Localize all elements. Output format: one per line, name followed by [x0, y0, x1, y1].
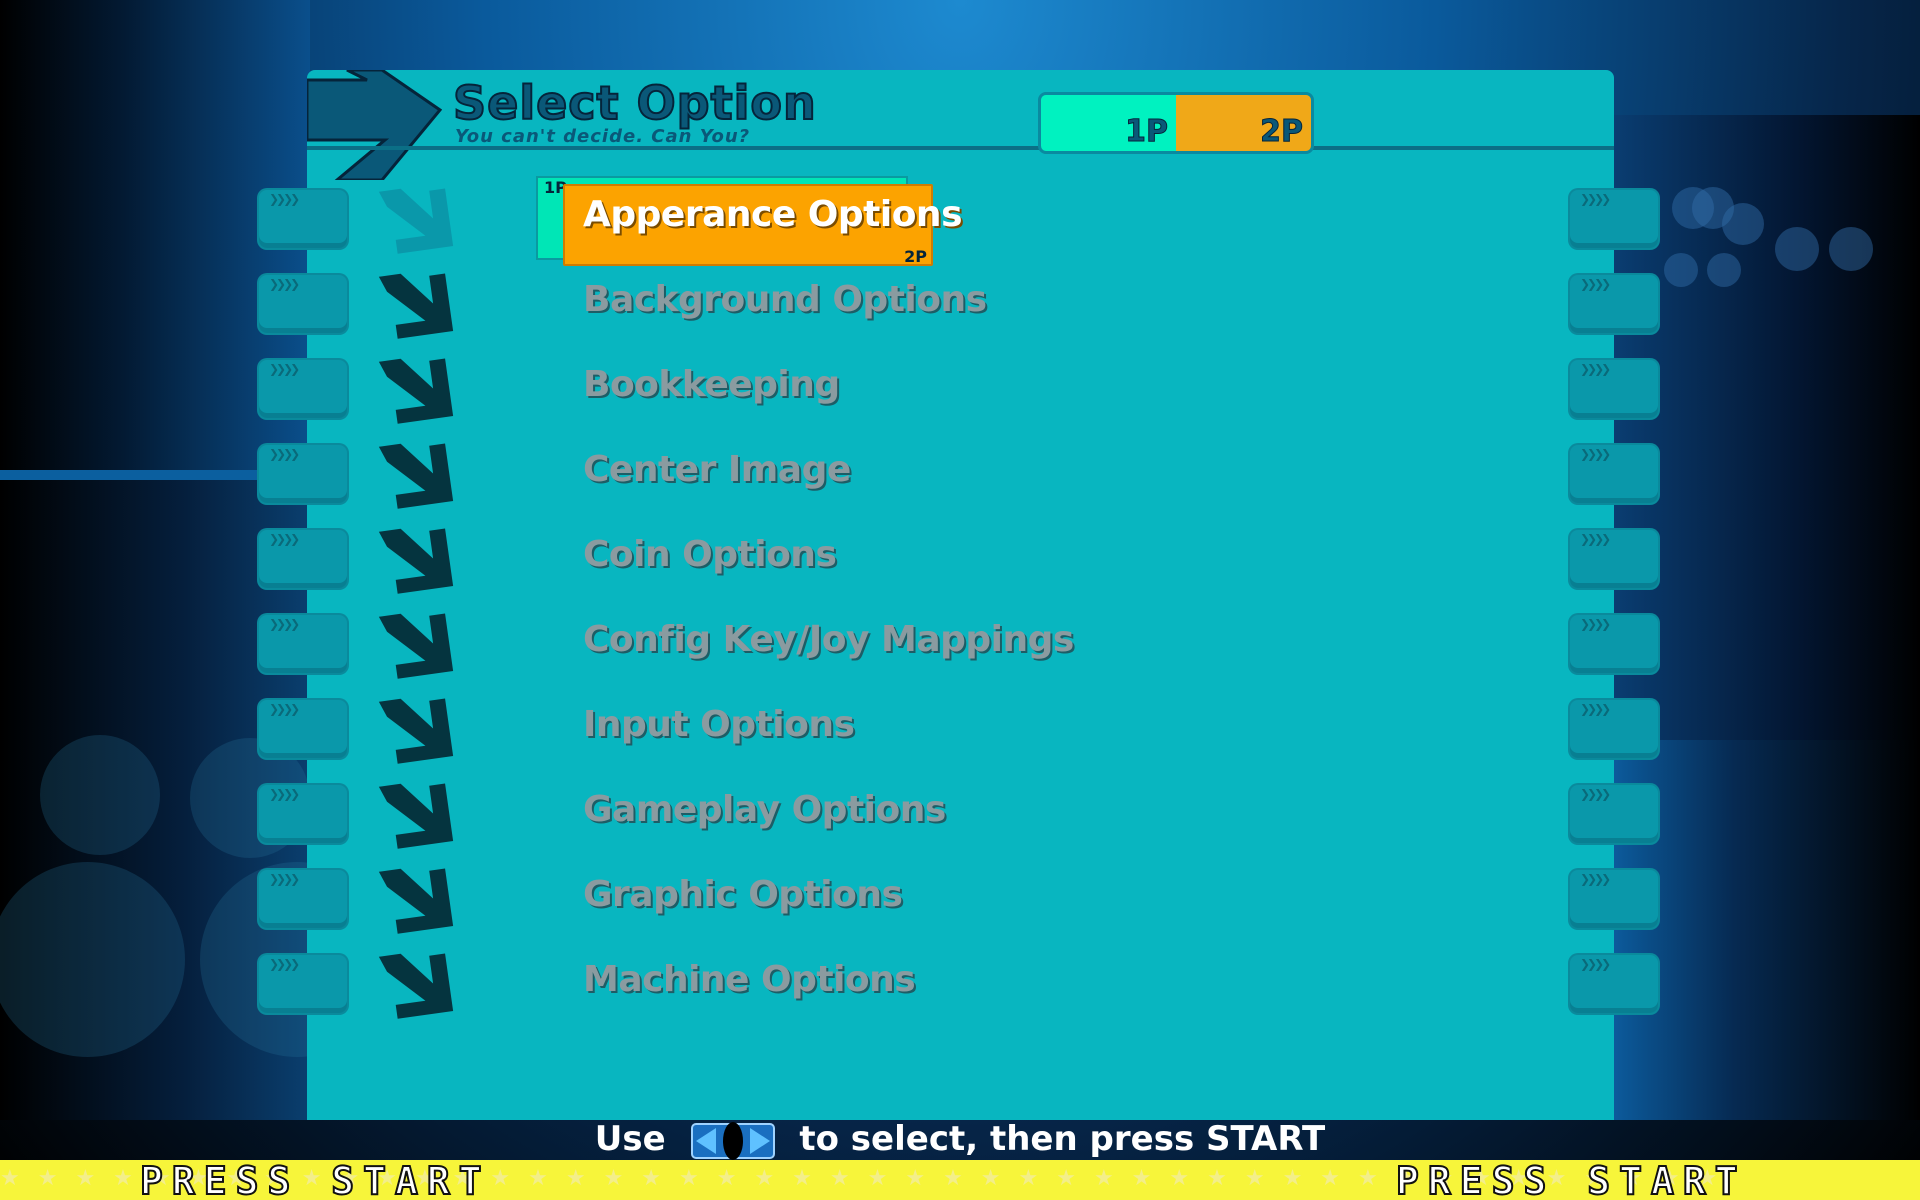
right-tab: ❯❯❯❯	[1570, 955, 1658, 1013]
right-tab: ❯❯❯❯	[1570, 445, 1658, 503]
right-tab: ❯❯❯❯	[1570, 530, 1658, 588]
player-1-indicator: 1P	[1041, 95, 1176, 151]
left-tab: ❯❯❯❯	[259, 445, 347, 503]
right-tab: ❯❯❯❯	[1570, 700, 1658, 758]
left-tab: ❯❯❯❯	[259, 870, 347, 928]
decor-dot	[1775, 227, 1819, 271]
player-indicator: 1P 2P	[1038, 92, 1314, 154]
press-start-bar: ★★★★★★★★★★★★★★★★★★★★★★★★★★★★★★★★★★★★★★★★…	[0, 1160, 1920, 1200]
chevrons-icon: ❯❯❯❯	[269, 447, 300, 461]
decor-dot	[1707, 253, 1741, 287]
row-arrow-icon	[378, 953, 454, 1019]
left-right-arrows-icon	[690, 1120, 776, 1162]
chevrons-icon: ❯❯❯❯	[1580, 362, 1611, 376]
menu-item[interactable]: Gameplay Options	[583, 789, 946, 830]
chevrons-icon: ❯❯❯❯	[1580, 532, 1611, 546]
decor-dot	[1664, 253, 1698, 287]
chevrons-icon: ❯❯❯❯	[1580, 617, 1611, 631]
row-arrow-icon	[378, 613, 454, 679]
left-tab: ❯❯❯❯	[259, 190, 347, 248]
player-2-indicator: 2P	[1176, 95, 1311, 151]
page-subtitle: You can't decide. Can You?	[455, 126, 751, 147]
control-hint: Use to select, then press START	[0, 1118, 1920, 1160]
left-tab: ❯❯❯❯	[259, 955, 347, 1013]
player-1-label: 1P	[1125, 114, 1169, 150]
left-tab: ❯❯❯❯	[259, 615, 347, 673]
row-arrow-icon	[378, 358, 454, 424]
left-tab: ❯❯❯❯	[259, 530, 347, 588]
chevrons-icon: ❯❯❯❯	[1580, 702, 1611, 716]
menu-item[interactable]: Machine Options	[583, 959, 916, 1000]
menu-item[interactable]: Input Options	[583, 704, 855, 745]
chevrons-icon: ❯❯❯❯	[269, 192, 300, 206]
chevrons-icon: ❯❯❯❯	[1580, 447, 1611, 461]
chevrons-icon: ❯❯❯❯	[269, 787, 300, 801]
right-tab: ❯❯❯❯	[1570, 615, 1658, 673]
row-arrow-icon	[378, 273, 454, 339]
menu-item[interactable]: Coin Options	[583, 534, 837, 575]
right-tab: ❯❯❯❯	[1570, 785, 1658, 843]
row-arrow-icon	[378, 443, 454, 509]
player-2-label: 2P	[1260, 114, 1304, 150]
hint-suffix: to select, then press START	[799, 1119, 1326, 1159]
menu-item[interactable]: Background Options	[583, 279, 987, 320]
decor-dot	[1722, 203, 1764, 245]
page-title: Select Option	[452, 76, 817, 130]
chevrons-icon: ❯❯❯❯	[269, 362, 300, 376]
left-tab: ❯❯❯❯	[259, 700, 347, 758]
menu-item[interactable]: Config Key/Joy Mappings	[583, 619, 1074, 660]
chevrons-icon: ❯❯❯❯	[269, 617, 300, 631]
press-start-right[interactable]: PRESS START	[1395, 1161, 1747, 1200]
chevrons-icon: ❯❯❯❯	[269, 277, 300, 291]
chevrons-icon: ❯❯❯❯	[1580, 277, 1611, 291]
menu-item[interactable]: Bookkeeping	[583, 364, 840, 405]
chevrons-icon: ❯❯❯❯	[1580, 872, 1611, 886]
chevrons-icon: ❯❯❯❯	[269, 532, 300, 546]
chevrons-icon: ❯❯❯❯	[269, 872, 300, 886]
decor-circle	[40, 735, 160, 855]
press-start-left[interactable]: PRESS START	[139, 1161, 491, 1200]
chevrons-icon: ❯❯❯❯	[1580, 787, 1611, 801]
chevrons-icon: ❯❯❯❯	[269, 702, 300, 716]
player-2-cursor-label: 2P	[904, 247, 927, 266]
right-tab: ❯❯❯❯	[1570, 190, 1658, 248]
right-tab: ❯❯❯❯	[1570, 870, 1658, 928]
row-arrow-icon	[378, 783, 454, 849]
row-arrow-icon	[378, 188, 454, 254]
menu-item[interactable]: Center Image	[583, 449, 851, 490]
header-arrow-icon	[307, 70, 442, 180]
left-tab: ❯❯❯❯	[259, 785, 347, 843]
right-tab: ❯❯❯❯	[1570, 275, 1658, 333]
game-screen: Select Option You can't decide. Can You?…	[0, 0, 1920, 1200]
decor-dot	[1829, 227, 1873, 271]
row-arrow-icon	[378, 868, 454, 934]
chevrons-icon: ❯❯❯❯	[1580, 192, 1611, 206]
chevrons-icon: ❯❯❯❯	[269, 957, 300, 971]
row-arrow-icon	[378, 698, 454, 764]
left-tab: ❯❯❯❯	[259, 275, 347, 333]
menu-item[interactable]: Apperance Options	[583, 194, 963, 235]
header-divider	[307, 146, 1614, 150]
right-tab: ❯❯❯❯	[1570, 360, 1658, 418]
chevrons-icon: ❯❯❯❯	[1580, 957, 1611, 971]
row-arrow-icon	[378, 528, 454, 594]
left-tab: ❯❯❯❯	[259, 360, 347, 418]
hint-prefix: Use	[594, 1119, 666, 1159]
menu-item[interactable]: Graphic Options	[583, 874, 903, 915]
